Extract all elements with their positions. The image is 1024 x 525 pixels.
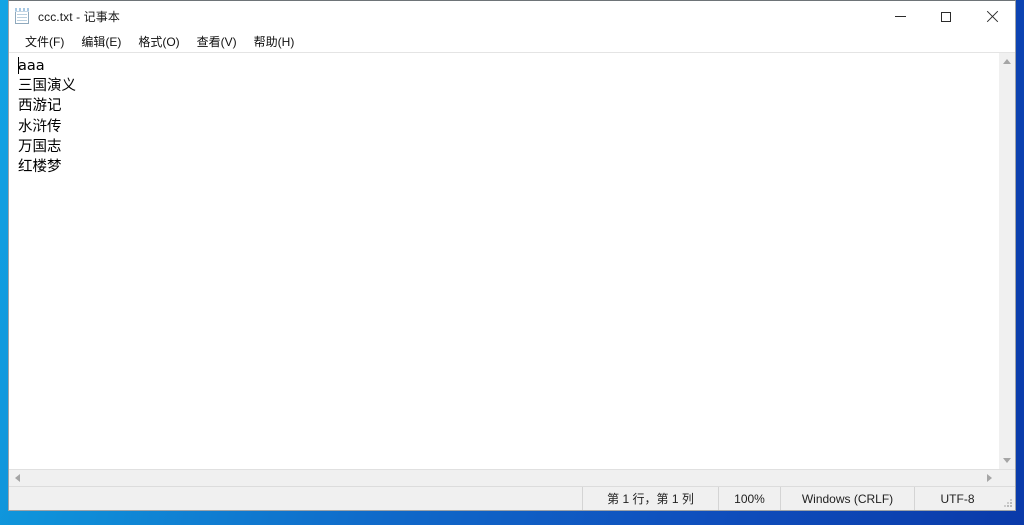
vertical-scrollbar[interactable] bbox=[998, 53, 1015, 469]
text-line: 红楼梦 bbox=[18, 158, 62, 175]
text-line: 水浒传 bbox=[18, 118, 62, 135]
status-cursor-position: 第 1 行，第 1 列 bbox=[582, 487, 718, 510]
status-zoom-level[interactable]: 100% bbox=[718, 487, 780, 510]
minimize-button[interactable] bbox=[877, 1, 923, 32]
text-line: aaa bbox=[18, 58, 45, 74]
menu-bar: 文件(F) 编辑(E) 格式(O) 查看(V) 帮助(H) bbox=[9, 32, 1015, 53]
resize-grip-icon[interactable] bbox=[1000, 487, 1015, 510]
scrollbar-corner bbox=[998, 470, 1015, 486]
title-bar[interactable]: ccc.txt - 记事本 bbox=[9, 1, 1015, 32]
chevron-down-icon bbox=[1003, 458, 1011, 463]
horizontal-scroll-track[interactable] bbox=[26, 470, 981, 486]
chevron-up-icon bbox=[1003, 59, 1011, 64]
notepad-icon bbox=[14, 8, 31, 25]
menu-item-file[interactable]: 文件(F) bbox=[18, 33, 71, 52]
vertical-scroll-track[interactable] bbox=[999, 70, 1015, 452]
text-caret bbox=[18, 57, 19, 74]
maximize-button[interactable] bbox=[923, 1, 969, 32]
scroll-right-button[interactable] bbox=[981, 470, 998, 486]
menu-item-edit[interactable]: 编辑(E) bbox=[74, 33, 128, 52]
chevron-right-icon bbox=[987, 474, 992, 482]
maximize-icon bbox=[941, 11, 951, 22]
editor-row: aaa 三国演义 西游记 水浒传 万国志 红楼梦 bbox=[9, 53, 1015, 469]
scroll-down-button[interactable] bbox=[999, 452, 1015, 469]
close-icon bbox=[986, 11, 998, 23]
scroll-up-button[interactable] bbox=[999, 53, 1015, 70]
window-controls bbox=[877, 1, 1015, 32]
text-line: 西游记 bbox=[18, 98, 62, 115]
editor-area: aaa 三国演义 西游记 水浒传 万国志 红楼梦 bbox=[9, 53, 1015, 486]
menu-item-help[interactable]: 帮助(H) bbox=[247, 33, 302, 52]
status-line-ending[interactable]: Windows (CRLF) bbox=[780, 487, 914, 510]
menu-item-format[interactable]: 格式(O) bbox=[131, 33, 186, 52]
status-bar: 第 1 行，第 1 列 100% Windows (CRLF) UTF-8 bbox=[9, 486, 1015, 510]
minimize-icon bbox=[894, 16, 906, 17]
window-title: ccc.txt - 记事本 bbox=[38, 10, 120, 24]
text-line: 三国演义 bbox=[18, 78, 76, 95]
scroll-left-button[interactable] bbox=[9, 470, 26, 486]
menu-item-view[interactable]: 查看(V) bbox=[190, 33, 244, 52]
close-button[interactable] bbox=[969, 1, 1015, 32]
chevron-left-icon bbox=[15, 474, 20, 482]
horizontal-scrollbar[interactable] bbox=[9, 469, 1015, 486]
status-encoding[interactable]: UTF-8 bbox=[914, 487, 1000, 510]
notepad-window: ccc.txt - 记事本 文件(F) 编辑(E) 格式(O) 查看(V) 帮助… bbox=[8, 0, 1016, 511]
text-editor[interactable]: aaa 三国演义 西游记 水浒传 万国志 红楼梦 bbox=[9, 53, 998, 469]
text-line: 万国志 bbox=[18, 138, 62, 155]
title-bar-left: ccc.txt - 记事本 bbox=[9, 1, 877, 32]
